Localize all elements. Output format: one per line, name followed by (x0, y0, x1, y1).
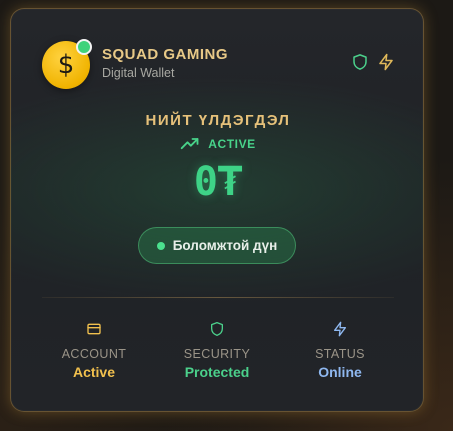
shield-icon[interactable] (351, 53, 369, 71)
balance-amount: 0₮ (193, 159, 243, 205)
stat-label: SECURITY (183, 347, 251, 361)
stat-value: Protected (184, 364, 250, 380)
divider (42, 297, 394, 298)
available-amount-label: Боломжтой дүн (172, 238, 278, 253)
stat-label: ACCOUNT (61, 347, 127, 361)
trending-up-icon (180, 138, 199, 150)
stat-value: Online (318, 364, 362, 380)
stat-security: SECURITY Protected (157, 321, 277, 380)
stat-label: STATUS (315, 347, 365, 361)
stat-account: ACCOUNT Active (34, 321, 154, 380)
status-dot (156, 241, 165, 250)
lightning-icon (334, 321, 346, 337)
card-icon (87, 323, 101, 335)
stat-value: Active (72, 364, 116, 380)
wallet-card: $ SQUAD GAMING Digital Wallet НИЙТ ҮЛДЭГ… (10, 8, 424, 412)
balance-status: ACTIVE (11, 137, 425, 151)
shield-icon (211, 322, 223, 336)
available-amount-button[interactable]: Боломжтой дүн (138, 227, 296, 264)
dollar-coin-icon: $ (57, 50, 75, 80)
online-indicator-dot (76, 39, 92, 55)
lightning-icon[interactable] (377, 53, 395, 71)
stat-status: STATUS Online (280, 321, 400, 380)
total-balance-label: НИЙТ ҮЛДЭГДЭЛ (145, 112, 291, 129)
brand-subtitle: Digital Wallet (102, 66, 175, 80)
brand-name: SQUAD GAMING (102, 46, 228, 63)
brand-logo: $ (42, 39, 92, 89)
status-text: ACTIVE (208, 137, 256, 151)
